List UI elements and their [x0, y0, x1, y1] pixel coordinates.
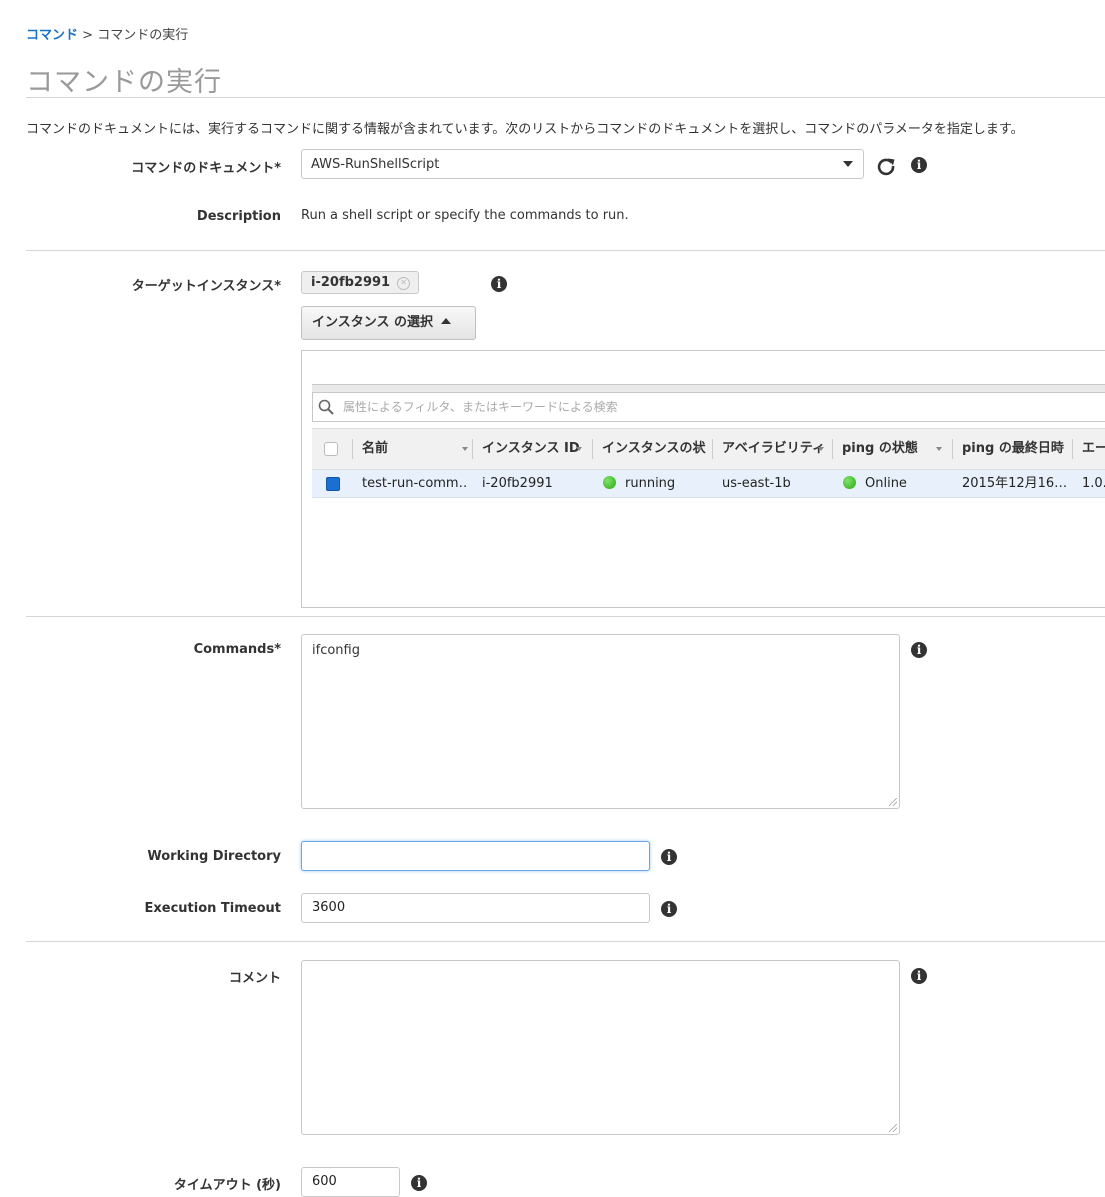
status-green-icon [603, 476, 616, 489]
instance-table-header: 名前 インスタンス ID インスタンスの状態 アベイラビリティ ping の状態… [312, 428, 1105, 470]
cell-instance-state: running [603, 470, 707, 498]
description-text: Run a shell script or specify the comman… [301, 208, 629, 223]
column-header-instance-id-label: インスタンス ID [482, 441, 580, 456]
divider [26, 616, 1105, 617]
sort-icon [462, 447, 468, 451]
info-icon[interactable]: i [661, 849, 677, 865]
sort-icon [576, 447, 582, 451]
column-separator [1072, 439, 1073, 459]
remove-chip-icon[interactable]: ✕ [397, 277, 411, 290]
comment-label: コメント [228, 971, 281, 986]
cell-agent-version: 1.0. [1082, 476, 1105, 491]
select-instances-button[interactable]: インスタンス の選択 [301, 306, 476, 340]
info-icon[interactable]: i [411, 1175, 427, 1191]
info-icon[interactable]: i [661, 901, 677, 917]
column-header-last-ping[interactable]: ping の最終日時 [962, 429, 1066, 469]
cell-ping-status-text: Online [865, 476, 907, 491]
document-select[interactable]: AWS-RunShellScript [301, 149, 864, 179]
column-header-availability[interactable]: アベイラビリティ [722, 429, 828, 469]
column-separator [712, 439, 713, 459]
breadcrumb: コマンド > コマンドの実行 [26, 24, 188, 43]
document-select-value: AWS-RunShellScript [311, 157, 440, 172]
column-separator [952, 439, 953, 459]
page-title: コマンドの実行 [26, 67, 222, 98]
cell-name: test-run-comm… [362, 476, 466, 491]
column-header-instance-id[interactable]: インスタンス ID [482, 429, 586, 469]
info-icon[interactable]: i [911, 157, 927, 173]
column-separator [352, 439, 353, 459]
caret-down-icon [843, 161, 853, 167]
select-all-checkbox[interactable] [324, 442, 338, 456]
breadcrumb-separator: > [82, 28, 94, 43]
column-separator [592, 439, 593, 459]
column-header-ping-status[interactable]: ping の状態 [842, 429, 946, 469]
caret-up-icon [441, 318, 452, 324]
column-header-name[interactable]: 名前 [362, 429, 470, 469]
breadcrumb-current: コマンドの実行 [97, 28, 189, 43]
resize-handle-icon[interactable] [889, 798, 897, 806]
document-label: コマンドのドキュメント* [131, 161, 281, 176]
table-row[interactable]: test-run-comm… i-20fb2991 running us-eas… [312, 470, 1105, 498]
cell-ping-status: Online [843, 470, 947, 498]
column-header-instance-state-label: インスタンスの状態 [602, 441, 706, 456]
instance-filter-input[interactable]: 属性によるフィルタ、またはキーワードによる検索 [312, 392, 1105, 422]
column-header-agent-version-label: エージェントのバージョン [1082, 441, 1105, 456]
sort-icon [818, 447, 824, 451]
column-separator [472, 439, 473, 459]
column-header-ping-status-label: ping の状態 [842, 441, 918, 456]
instance-chip: i-20fb2991 ✕ [301, 271, 420, 294]
cell-instance-state-text: running [625, 476, 676, 491]
info-icon[interactable]: i [911, 642, 927, 658]
breadcrumb-link-commands[interactable]: コマンド [26, 28, 78, 43]
info-icon[interactable]: i [911, 968, 927, 984]
commands-label: Commands* [193, 642, 281, 657]
column-header-last-ping-label: ping の最終日時 [962, 441, 1064, 456]
row-checkbox[interactable] [326, 477, 340, 491]
target-instances-label: ターゲットインスタンス* [131, 279, 281, 294]
sort-icon [1056, 447, 1062, 451]
column-header-instance-state[interactable]: インスタンスの状態 [602, 429, 706, 469]
description-label: Description [196, 209, 281, 224]
status-green-icon [843, 476, 856, 489]
working-directory-input[interactable] [301, 841, 650, 871]
cell-availability: us-east-1b [722, 476, 791, 491]
timeout-label: タイムアウト (秒) [173, 1178, 281, 1193]
instance-chip-label: i-20fb2991 [311, 275, 391, 290]
search-icon [318, 399, 334, 415]
execution-timeout-input[interactable]: 3600 [301, 893, 650, 923]
intro-text: コマンドのドキュメントには、実行するコマンドに関する情報が含まれています。次のリ… [26, 122, 1024, 137]
cell-last-ping: 2015年12月16… [962, 476, 1066, 491]
sort-icon [936, 447, 942, 451]
timeout-input[interactable]: 600 [301, 1167, 400, 1197]
column-header-agent-version[interactable]: エージェントのバージョン [1082, 429, 1105, 469]
cell-instance-id: i-20fb2991 [482, 476, 553, 491]
execution-timeout-label: Execution Timeout [144, 901, 281, 916]
divider [26, 250, 1105, 251]
divider [26, 941, 1105, 942]
divider [26, 97, 1105, 98]
commands-textarea-value: ifconfig [312, 643, 360, 658]
refresh-icon[interactable] [876, 156, 896, 176]
working-directory-label: Working Directory [147, 849, 281, 864]
resize-handle-icon[interactable] [889, 1124, 897, 1132]
comment-textarea[interactable] [301, 960, 900, 1135]
column-header-name-label: 名前 [362, 441, 389, 456]
column-header-availability-label: アベイラビリティ [722, 441, 825, 456]
column-separator [832, 439, 833, 459]
select-instances-button-label: インスタンス の選択 [312, 315, 434, 330]
commands-textarea[interactable]: ifconfig [301, 634, 900, 809]
info-icon[interactable]: i [491, 276, 507, 292]
sort-icon [696, 447, 702, 451]
